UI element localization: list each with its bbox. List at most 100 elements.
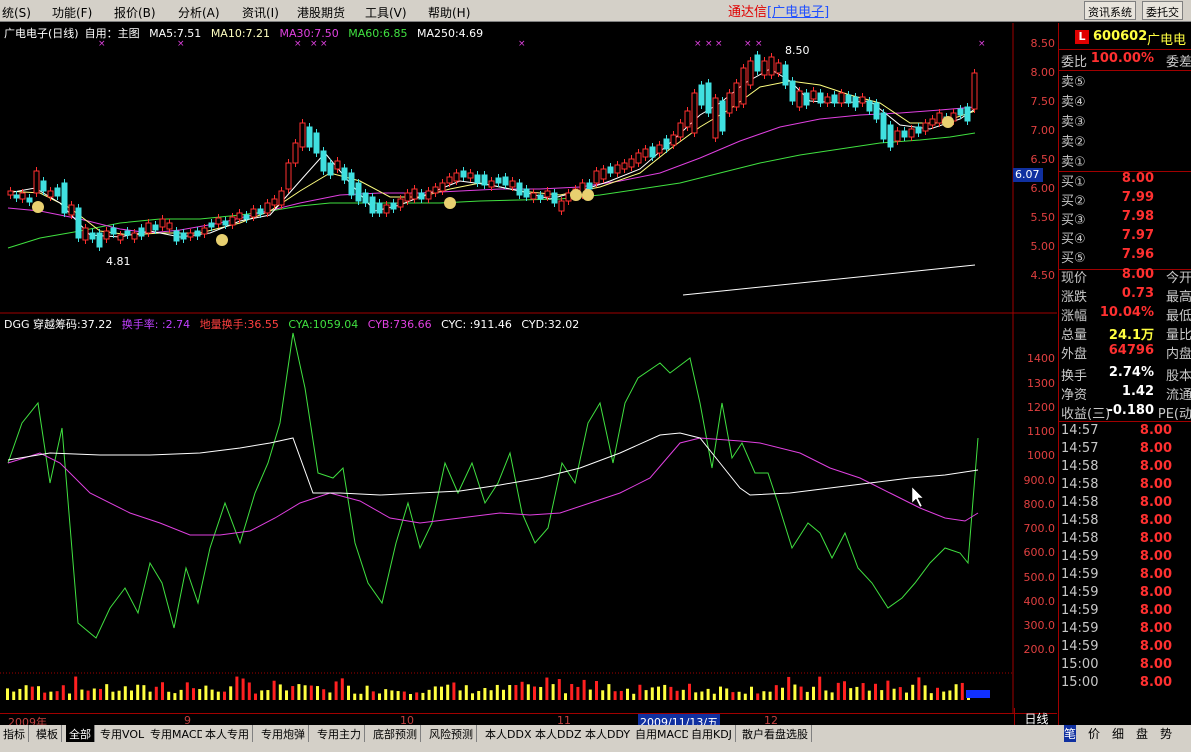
candle [299,122,306,148]
candle [418,192,425,200]
candle [390,202,397,210]
tab-ddx[interactable]: 本人DDX [482,725,536,742]
tab-all[interactable]: 全部 [66,725,95,742]
trade-button[interactable]: 委托交 [1142,1,1183,20]
volume-bar [384,689,388,700]
volume-bar [818,676,822,700]
volume-bar [235,676,239,700]
candle [733,82,740,108]
tab-detail[interactable]: 细 [1112,725,1124,742]
candle [47,190,54,198]
volume-bar [675,690,679,700]
period-button[interactable]: 日线 [1014,708,1058,726]
candle [530,192,537,200]
candle [19,192,26,200]
tick-row: 14:59 8.00 [1061,639,1191,657]
tab-main-force[interactable]: 专用主力 [314,725,365,742]
tab-self-macd[interactable]: 自用MACD [632,725,694,742]
candle [831,94,838,104]
volume-bar [489,690,493,700]
stat-row: 现价 8.00 今开 [1061,267,1191,286]
tab-ddy[interactable]: 本人DDY [582,725,635,742]
candle [201,227,208,235]
stat-label-2: 最高 [1165,290,1191,305]
candle [628,158,635,168]
tab-vol[interactable]: 专用VOL [97,725,149,742]
candle [663,138,670,150]
sell-level-label: 卖① [1061,155,1086,170]
tab-cannon[interactable]: 专用炮弹 [258,725,309,742]
menu-function[interactable]: 功能(F) [52,4,92,21]
menu-tools[interactable]: 工具(V) [365,4,407,21]
tick-price: 8.00 [1139,585,1172,600]
candle [705,82,712,114]
stat-label: 涨幅 [1061,309,1088,324]
volume-bar [762,691,766,700]
volume-bar [948,690,952,700]
tab-self-use[interactable]: 本人专用 [202,725,253,742]
tab-trend[interactable]: 势 [1160,725,1172,742]
tab-indicator[interactable]: 指标 [0,725,29,742]
candle [243,214,250,220]
tab-bottom-predict[interactable]: 底部预测 [370,725,421,742]
tick-time: 14:57 [1061,441,1099,456]
menu-hk-futures[interactable]: 港股期货 [297,4,345,21]
kline-chart-canvas[interactable]: × × × × × × × × × × × × [0,23,1057,713]
volume-bar [464,685,468,700]
stat-label-2: PE(动 [1157,407,1191,422]
stat-label-2: 股本 [1165,369,1191,384]
volume-bar [911,684,915,700]
signal-marker-icon: × [755,39,763,49]
stat-label-2: 流通 [1165,388,1191,403]
cya-line [7,332,979,639]
tab-risk-predict[interactable]: 风险预测 [426,725,477,742]
tab-self-kdj[interactable]: 自用KDJ [688,725,736,742]
volume-bar [68,693,71,700]
menu-analysis[interactable]: 分析(A) [178,4,220,21]
volume-bar [731,692,735,700]
volume-bar [136,684,140,700]
candle-series [7,51,978,251]
price-tick: 7.00 [1030,124,1056,137]
candle [446,176,453,184]
candle [278,190,285,206]
indicator-tick: 200.0 [1023,643,1056,656]
candle [929,118,936,126]
tick-price: 8.00 [1139,477,1172,492]
menu-quote[interactable]: 报价(B) [114,4,156,21]
tab-macd[interactable]: 专用MACD [147,725,209,742]
volume-bar [880,690,884,700]
tick-price: 8.00 [1139,459,1172,474]
menu-help[interactable]: 帮助(H) [428,4,470,21]
candle [96,232,103,248]
volume-bar [359,693,363,700]
volume-bar [30,686,34,700]
candle [152,224,159,231]
sell-level-row: 卖④ [1061,91,1191,110]
volume-bar [266,690,270,700]
divider [1059,49,1191,50]
candle [68,204,75,216]
tab-ticks[interactable]: 笔 [1064,725,1077,742]
tick-row: 14:57 8.00 [1061,441,1191,459]
candle [103,230,110,240]
candle [383,204,390,214]
info-system-button[interactable]: 资讯系统 [1084,1,1136,20]
indicator-tick: 1200 [1027,401,1055,414]
candle [691,92,698,134]
tab-ddz[interactable]: 本人DDZ [532,725,586,742]
menu-system[interactable]: 统(S) [2,4,31,21]
tab-retail-screen[interactable]: 散户看盘选股 [739,725,812,742]
chart-mode: 自用：主图 [84,27,140,40]
menu-info[interactable]: 资讯(I) [242,4,279,21]
volume-bar [328,692,332,700]
tab-template[interactable]: 模板 [33,725,62,742]
tab-price[interactable]: 价 [1088,725,1100,742]
indicator-tick: 1300 [1027,377,1055,390]
candle [271,198,278,206]
tab-book[interactable]: 盘 [1136,725,1148,742]
chart-area[interactable]: × × × × × × × × × × × × 广电电子(日线) 自用：主图 MA5:7.51 MA10… [0,23,1057,713]
volume-bar [123,686,127,700]
volume-bar [756,693,760,700]
volume-bar [607,684,611,700]
